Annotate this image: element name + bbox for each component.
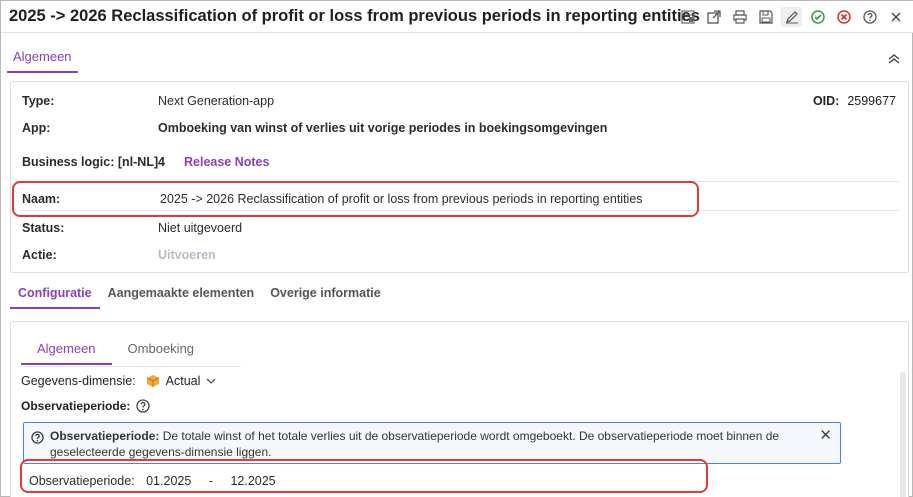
observation-period-heading: Observatieperiode: (21, 399, 151, 413)
dimension-row: Gegevens-dimensie: Actual (21, 374, 216, 388)
oid-value: 2599677 (847, 94, 896, 108)
highlight-period (20, 459, 708, 493)
tab-configuratie[interactable]: Configuratie (10, 283, 100, 309)
close-icon[interactable]: ✕ (819, 428, 832, 444)
open-external-icon[interactable] (703, 7, 724, 27)
save-icon[interactable] (755, 7, 776, 27)
toolbar (677, 7, 906, 27)
run-button[interactable]: Uitvoeren (158, 248, 216, 262)
highlight-naam (12, 181, 699, 217)
info-text: De totale winst of het totale verlies ui… (50, 429, 780, 459)
help-icon[interactable] (859, 7, 880, 27)
question-icon (31, 431, 44, 448)
app-label: App: (22, 121, 51, 135)
info-message: Observatieperiode: De totale winst of he… (23, 422, 841, 464)
approve-icon[interactable] (807, 7, 828, 27)
info-title: Observatieperiode: (50, 429, 160, 443)
edit-icon[interactable] (781, 7, 802, 27)
scrollbar[interactable] (900, 372, 906, 497)
oid-display: OID: 2599677 (813, 94, 896, 108)
help-icon[interactable] (136, 399, 151, 413)
type-value: Next Generation-app (158, 94, 275, 108)
inner-tabs: Algemeen Omboeking (21, 337, 210, 365)
status-label: Status: (22, 221, 65, 235)
observation-period-label: Observatieperiode: (21, 399, 131, 413)
tab-algemeen[interactable]: Algemeen (7, 45, 78, 73)
details-panel: Type: Next Generation-app OID: 2599677 Ap… (10, 81, 909, 273)
dimension-select[interactable]: Actual (166, 374, 201, 388)
close-icon[interactable] (885, 7, 906, 27)
collapse-up-icon[interactable] (886, 51, 902, 67)
tab-aangemaakte-elementen[interactable]: Aangemaakte elementen (100, 283, 263, 309)
tab-inner-algemeen[interactable]: Algemeen (21, 337, 112, 365)
oid-label: OID: (812, 94, 840, 108)
tab-overige-informatie[interactable]: Overige informatie (262, 283, 388, 309)
chevron-down-icon[interactable] (206, 376, 216, 386)
layout-icon[interactable] (677, 7, 698, 27)
section-tabs: Configuratie Aangemaakte elementen Overi… (10, 283, 389, 311)
release-notes-link[interactable]: Release Notes (184, 155, 269, 169)
tab-omboeking[interactable]: Omboeking (112, 337, 210, 365)
cube-icon (146, 374, 160, 388)
business-logic-value: 4 (158, 155, 165, 169)
status-value: Niet uitgevoerd (158, 221, 243, 235)
app-value: Omboeking van winst of verlies uit vorig… (158, 121, 608, 135)
title-bar: 2025 -> 2026 Reclassification of profit … (1, 1, 913, 33)
actie-label: Actie: (22, 248, 57, 262)
tabs-underline (21, 366, 241, 367)
dialog-window: 2025 -> 2026 Reclassification of profit … (0, 0, 913, 497)
dimension-label: Gegevens-dimensie: (21, 374, 136, 388)
print-icon[interactable] (729, 7, 750, 27)
window-title: 2025 -> 2026 Reclassification of profit … (9, 7, 700, 25)
business-logic-label: Business logic: [nl-NL] (22, 155, 159, 169)
type-label: Type: (22, 94, 55, 108)
reject-icon[interactable] (833, 7, 854, 27)
